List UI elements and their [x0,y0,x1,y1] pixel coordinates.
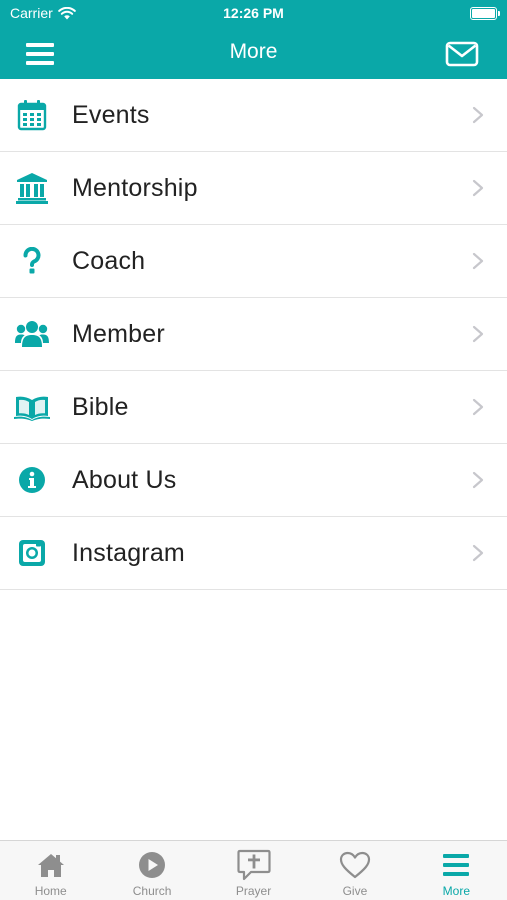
tab-label: More [442,884,470,898]
battery-level [472,9,495,18]
tab-give[interactable]: Give [304,841,405,900]
open-book-icon [14,389,50,425]
menu-item-member[interactable]: Member [0,298,507,371]
info-icon [14,462,50,498]
tab-more[interactable]: More [406,841,507,900]
mail-button[interactable] [445,40,479,68]
app-header: Carrier 12:26 PM More [0,0,507,79]
battery-icon [470,7,500,20]
chevron-right-icon [472,398,484,416]
tab-label: Give [342,884,368,898]
menu-item-label: Coach [72,246,146,275]
menu-item-about-us[interactable]: About Us [0,444,507,517]
status-bar: Carrier 12:26 PM [0,0,507,28]
menu-item-label: Instagram [72,538,185,567]
tab-church[interactable]: Church [101,841,202,900]
play-icon [135,849,169,881]
more-menu-list: Events Mentorship Coach Member Bible Abo… [0,79,507,590]
tab-prayer[interactable]: Prayer [203,841,304,900]
status-time: 12:26 PM [223,5,284,21]
menu-item-events[interactable]: Events [0,79,507,152]
menu-item-bible[interactable]: Bible [0,371,507,444]
instagram-icon [14,535,50,571]
home-icon [34,849,68,881]
chevron-right-icon [472,544,484,562]
hamburger-icon [439,849,473,881]
menu-item-label: Mentorship [72,173,198,202]
menu-item-label: Member [72,319,165,348]
prayer-icon [236,849,271,881]
menu-item-mentorship[interactable]: Mentorship [0,152,507,225]
institution-icon [14,170,50,206]
menu-item-label: Events [72,100,150,129]
calendar-icon [14,97,50,133]
chevron-right-icon [472,471,484,489]
heart-icon [338,849,372,881]
tab-label: Home [34,884,67,898]
menu-item-label: About Us [72,465,177,494]
envelope-icon [445,41,479,67]
tab-home[interactable]: Home [0,841,101,900]
chevron-right-icon [472,106,484,124]
page-title: More [229,40,278,63]
chevron-right-icon [472,179,484,197]
chevron-right-icon [472,325,484,343]
question-icon [14,243,50,279]
nav-bar: More [0,28,507,79]
menu-item-instagram[interactable]: Instagram [0,517,507,590]
menu-item-label: Bible [72,392,129,421]
tab-label: Church [132,884,172,898]
chevron-right-icon [472,252,484,270]
menu-item-coach[interactable]: Coach [0,225,507,298]
users-icon [14,316,50,352]
tab-label: Prayer [235,884,272,898]
tab-bar: Home Church Prayer Give More [0,840,507,900]
